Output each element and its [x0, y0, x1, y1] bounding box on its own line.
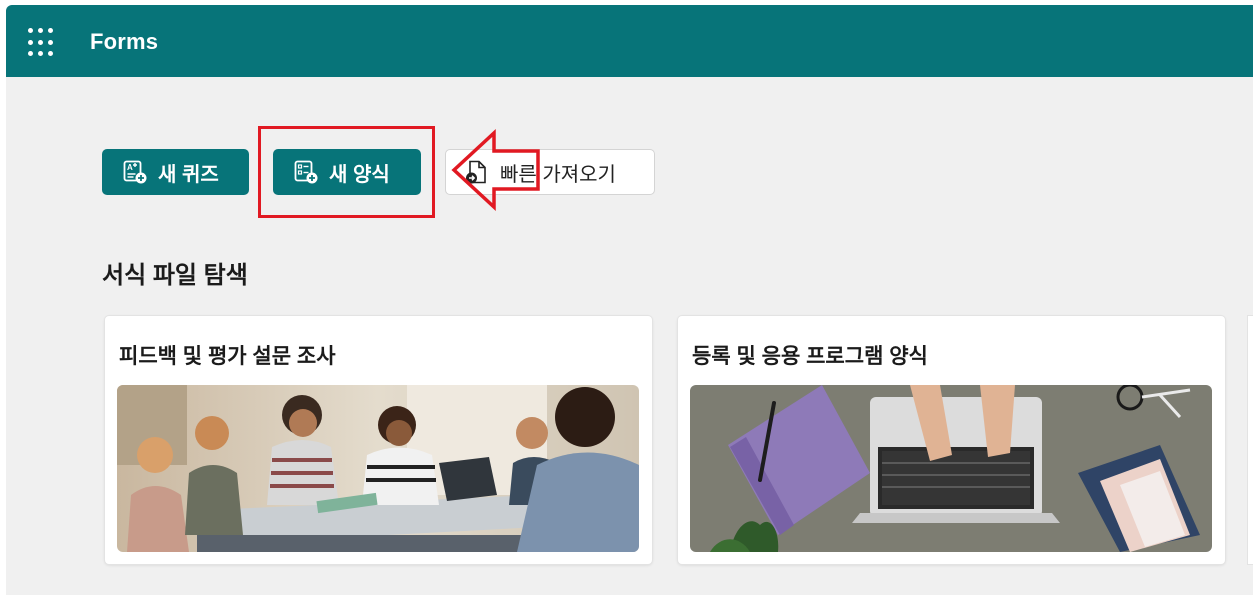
section-title: 서식 파일 탐색 — [102, 262, 248, 289]
template-card-title: 피드백 및 평가 설문 조사 — [119, 345, 336, 368]
template-card-next[interactable] — [1248, 316, 1253, 564]
laptop-desk-photo — [690, 385, 1212, 552]
svg-text:A: A — [127, 163, 133, 172]
new-quiz-label: 새 퀴즈 — [158, 163, 219, 186]
template-card-registration[interactable]: 등록 및 응용 프로그램 양식 — [678, 316, 1225, 564]
template-card-feedback[interactable]: 피드백 및 평가 설문 조사 — [105, 316, 652, 564]
form-icon — [294, 160, 318, 184]
top-bar: Forms — [6, 5, 1253, 77]
app-launcher-icon[interactable] — [26, 26, 60, 60]
classroom-photo — [117, 385, 639, 552]
import-file-icon — [466, 160, 486, 184]
quiz-icon: A — [123, 160, 147, 184]
new-form-label: 새 양식 — [329, 163, 390, 186]
app-frame: Forms A 새 퀴즈 새 양식 빠른 가져오기 서식 파일 탐색 피드백 및… — [6, 5, 1253, 595]
quick-import-label: 빠른 가져오기 — [500, 163, 616, 186]
template-card-title: 등록 및 응용 프로그램 양식 — [692, 345, 928, 368]
app-title[interactable]: Forms — [90, 29, 158, 55]
new-form-button[interactable]: 새 양식 — [273, 149, 421, 195]
new-quiz-button[interactable]: A 새 퀴즈 — [102, 149, 249, 195]
quick-import-button[interactable]: 빠른 가져오기 — [445, 149, 655, 195]
